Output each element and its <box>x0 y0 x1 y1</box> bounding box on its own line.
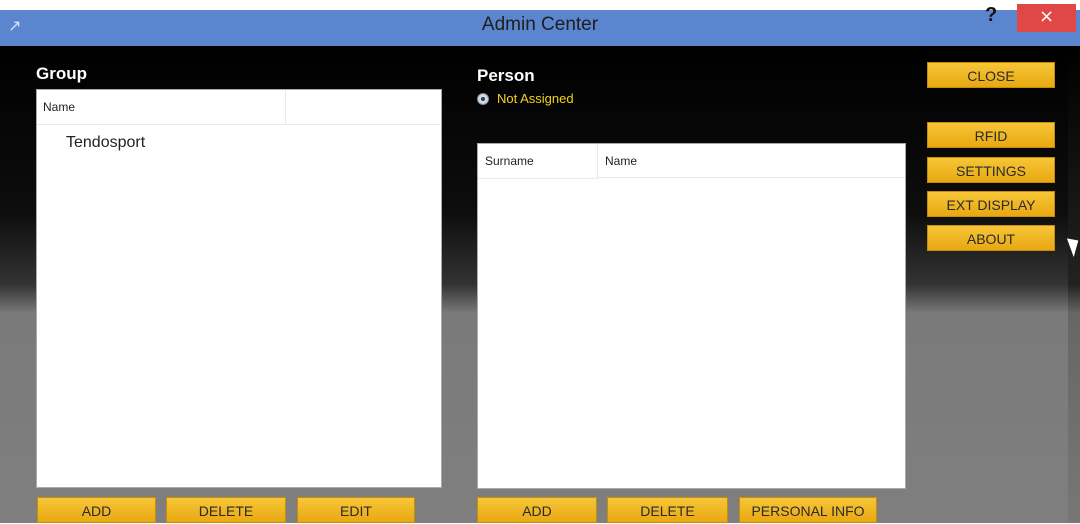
radio-icon <box>477 92 489 105</box>
group-header-filler <box>286 90 441 125</box>
person-title: Person <box>477 66 535 85</box>
not-assigned-radio[interactable]: Not Assigned <box>477 91 574 106</box>
person-table[interactable]: Surname Name <box>477 143 906 489</box>
right-edge <box>1068 46 1080 523</box>
person-add-button[interactable]: ADD <box>477 497 597 523</box>
window-close-button[interactable]: × <box>1017 4 1076 32</box>
title-bar: ↗ Admin Center ? × <box>0 4 1080 46</box>
group-delete-button[interactable]: DELETE <box>166 497 286 523</box>
person-delete-button[interactable]: DELETE <box>607 497 728 523</box>
group-list[interactable]: Name Tendosport <box>36 89 442 488</box>
help-icon[interactable]: ? <box>985 4 997 27</box>
person-name-header[interactable]: Name <box>597 144 905 178</box>
about-button[interactable]: ABOUT <box>927 225 1055 251</box>
group-title: Group <box>36 64 87 83</box>
personal-info-button[interactable]: PERSONAL INFO <box>739 497 877 523</box>
settings-button[interactable]: SETTINGS <box>927 157 1055 183</box>
radio-label: Not Assigned <box>497 91 574 106</box>
window-title: Admin Center <box>481 14 599 35</box>
list-item[interactable]: Tendosport <box>66 134 145 152</box>
surname-header[interactable]: Surname <box>478 144 598 179</box>
group-add-button[interactable]: ADD <box>37 497 156 523</box>
close-button[interactable]: CLOSE <box>927 62 1055 88</box>
rfid-button[interactable]: RFID <box>927 122 1055 148</box>
ext-display-button[interactable]: EXT DISPLAY <box>927 191 1055 217</box>
group-name-header[interactable]: Name <box>37 90 286 125</box>
group-edit-button[interactable]: EDIT <box>297 497 415 523</box>
